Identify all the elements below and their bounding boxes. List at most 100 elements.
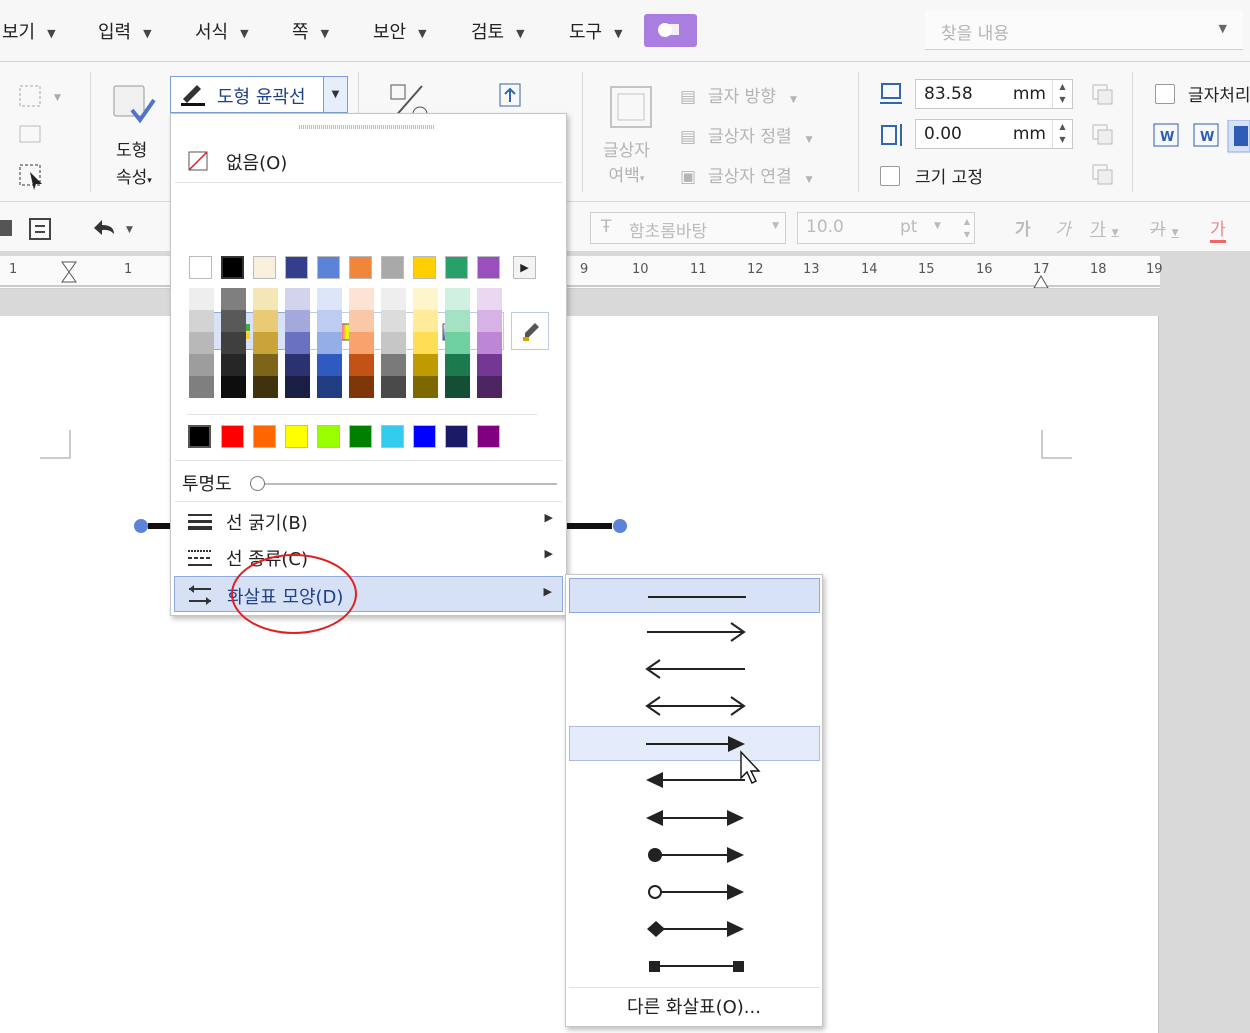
grip-handle[interactable] — [299, 124, 435, 130]
shade-swatch[interactable] — [413, 310, 438, 332]
color-swatch[interactable] — [445, 256, 468, 279]
arrow-style-filled-end[interactable] — [569, 726, 820, 761]
shade-swatch[interactable] — [189, 354, 214, 376]
shade-swatch[interactable] — [381, 288, 406, 310]
menu-page[interactable]: 쪽 ▼ — [292, 18, 329, 44]
shade-swatch[interactable] — [285, 310, 310, 332]
shade-swatch[interactable] — [381, 354, 406, 376]
shade-swatch[interactable] — [445, 288, 470, 310]
shade-swatch[interactable] — [221, 354, 246, 376]
color-swatch[interactable] — [189, 256, 212, 279]
shape-outline-button[interactable]: 도형 윤곽선 ▼ — [170, 76, 348, 113]
arrow-style-start[interactable] — [569, 652, 820, 687]
shade-swatch[interactable] — [349, 310, 374, 332]
arrow-style-both[interactable] — [569, 689, 820, 724]
font-name-select[interactable]: Ŧ 함초롬바탕 ▼ — [590, 212, 786, 244]
arrow-style-end[interactable] — [569, 615, 820, 650]
width-field[interactable]: 0.00 mm ▲ ▼ — [915, 119, 1073, 149]
color-swatch[interactable] — [381, 256, 404, 279]
shape-properties-button[interactable]: 도형 속성▾ — [116, 136, 152, 188]
shade-swatch[interactable] — [189, 332, 214, 354]
shade-swatch[interactable] — [413, 288, 438, 310]
standard-color-swatch[interactable] — [349, 425, 372, 448]
shade-swatch[interactable] — [189, 376, 214, 398]
shade-swatch[interactable] — [285, 332, 310, 354]
shade-swatch[interactable] — [253, 332, 278, 354]
arrow-style-square-both[interactable] — [569, 948, 820, 983]
menu-tools[interactable]: 도구 ▼ — [569, 18, 623, 44]
color-swatch[interactable] — [253, 256, 276, 279]
shade-swatch[interactable] — [349, 332, 374, 354]
menu-security[interactable]: 보안 ▼ — [373, 18, 427, 44]
bring-front-icon[interactable] — [498, 82, 522, 108]
eyedropper-button[interactable] — [511, 312, 549, 350]
shade-swatch[interactable] — [221, 332, 246, 354]
font-size-field[interactable]: 10.0 pt ▼ ▲ ▼ — [797, 212, 975, 244]
shade-swatch[interactable] — [349, 354, 374, 376]
shade-swatch[interactable] — [445, 376, 470, 398]
shade-swatch[interactable] — [477, 376, 502, 398]
standard-color-swatch[interactable] — [413, 425, 436, 448]
shade-swatch[interactable] — [253, 310, 278, 332]
strikethrough-button[interactable]: 가 ▼ — [1150, 215, 1179, 240]
object-select-icons[interactable]: ▼ — [14, 80, 74, 190]
shade-swatch[interactable] — [221, 288, 246, 310]
shade-swatch[interactable] — [253, 354, 278, 376]
arrow-style-filled-start[interactable] — [569, 763, 820, 798]
text-direction-button[interactable]: ▤ 글자 방향 ▼ — [680, 82, 797, 107]
search-input[interactable]: 찾을 내용 — [941, 19, 1009, 44]
bold-button[interactable]: 가 — [1015, 215, 1031, 240]
shade-swatch[interactable] — [477, 354, 502, 376]
shade-swatch[interactable] — [317, 354, 342, 376]
shade-swatch[interactable] — [477, 288, 502, 310]
italic-button[interactable]: 가 — [1055, 215, 1071, 240]
text-wrap-checkbox[interactable] — [1155, 84, 1175, 104]
standard-color-swatch[interactable] — [285, 425, 308, 448]
menu-view[interactable]: 보기 ▼ — [2, 18, 56, 44]
shade-swatch[interactable] — [477, 310, 502, 332]
shade-swatch[interactable] — [317, 288, 342, 310]
shade-swatch[interactable] — [221, 376, 246, 398]
standard-color-swatch[interactable] — [317, 425, 340, 448]
standard-color-swatch[interactable] — [445, 425, 468, 448]
shade-swatch[interactable] — [381, 332, 406, 354]
shade-swatch[interactable] — [413, 354, 438, 376]
font-color-button[interactable]: 가 — [1210, 215, 1226, 243]
shade-swatch[interactable] — [285, 288, 310, 310]
search-box[interactable]: 찾을 내용 ▼ — [925, 10, 1243, 50]
shade-swatch[interactable] — [317, 332, 342, 354]
no-outline-item[interactable]: 없음(O) — [174, 143, 563, 179]
print-icon[interactable] — [0, 216, 58, 242]
chevron-down-icon[interactable]: ▼ — [1219, 22, 1227, 35]
more-colors-arrow-icon[interactable]: ▶ — [513, 256, 536, 279]
undo-icon[interactable]: ▼ — [92, 218, 152, 238]
wrap-style-icons[interactable]: W W — [1152, 120, 1250, 154]
shade-swatch[interactable] — [381, 310, 406, 332]
shade-swatch[interactable] — [445, 354, 470, 376]
arrow-style-diamond-start[interactable] — [569, 911, 820, 946]
textbox-margin-button[interactable]: 글상자 여백▾ — [603, 136, 650, 186]
arrow-style-line[interactable] — [569, 578, 820, 613]
shade-swatch[interactable] — [413, 376, 438, 398]
height-field[interactable]: 83.58 mm ▲ ▼ — [915, 79, 1073, 109]
shade-swatch[interactable] — [253, 376, 278, 398]
shade-swatch[interactable] — [413, 332, 438, 354]
shade-swatch[interactable] — [445, 332, 470, 354]
line-thickness-item[interactable]: 선 굵기(B) ▶ — [174, 503, 563, 539]
arrange-icons[interactable] — [1090, 82, 1116, 190]
textbox-align-button[interactable]: ▤ 글상자 정렬 ▼ — [680, 122, 813, 147]
chevron-down-icon[interactable]: ▼ — [323, 77, 347, 112]
textbox-link-button[interactable]: ▣ 글상자 연결 ▼ — [680, 162, 813, 187]
shade-swatch[interactable] — [189, 288, 214, 310]
shade-swatch[interactable] — [285, 354, 310, 376]
shade-swatch[interactable] — [189, 310, 214, 332]
transparency-slider-thumb[interactable] — [250, 476, 265, 491]
arrow-style-circle-start[interactable] — [569, 837, 820, 872]
shade-swatch[interactable] — [477, 332, 502, 354]
shade-swatch[interactable] — [349, 288, 374, 310]
standard-color-swatch[interactable] — [381, 425, 404, 448]
underline-button[interactable]: 가 ▼ — [1090, 215, 1119, 240]
color-swatch[interactable] — [413, 256, 436, 279]
shade-swatch[interactable] — [221, 310, 246, 332]
textbox-margin-icon[interactable] — [608, 84, 654, 130]
